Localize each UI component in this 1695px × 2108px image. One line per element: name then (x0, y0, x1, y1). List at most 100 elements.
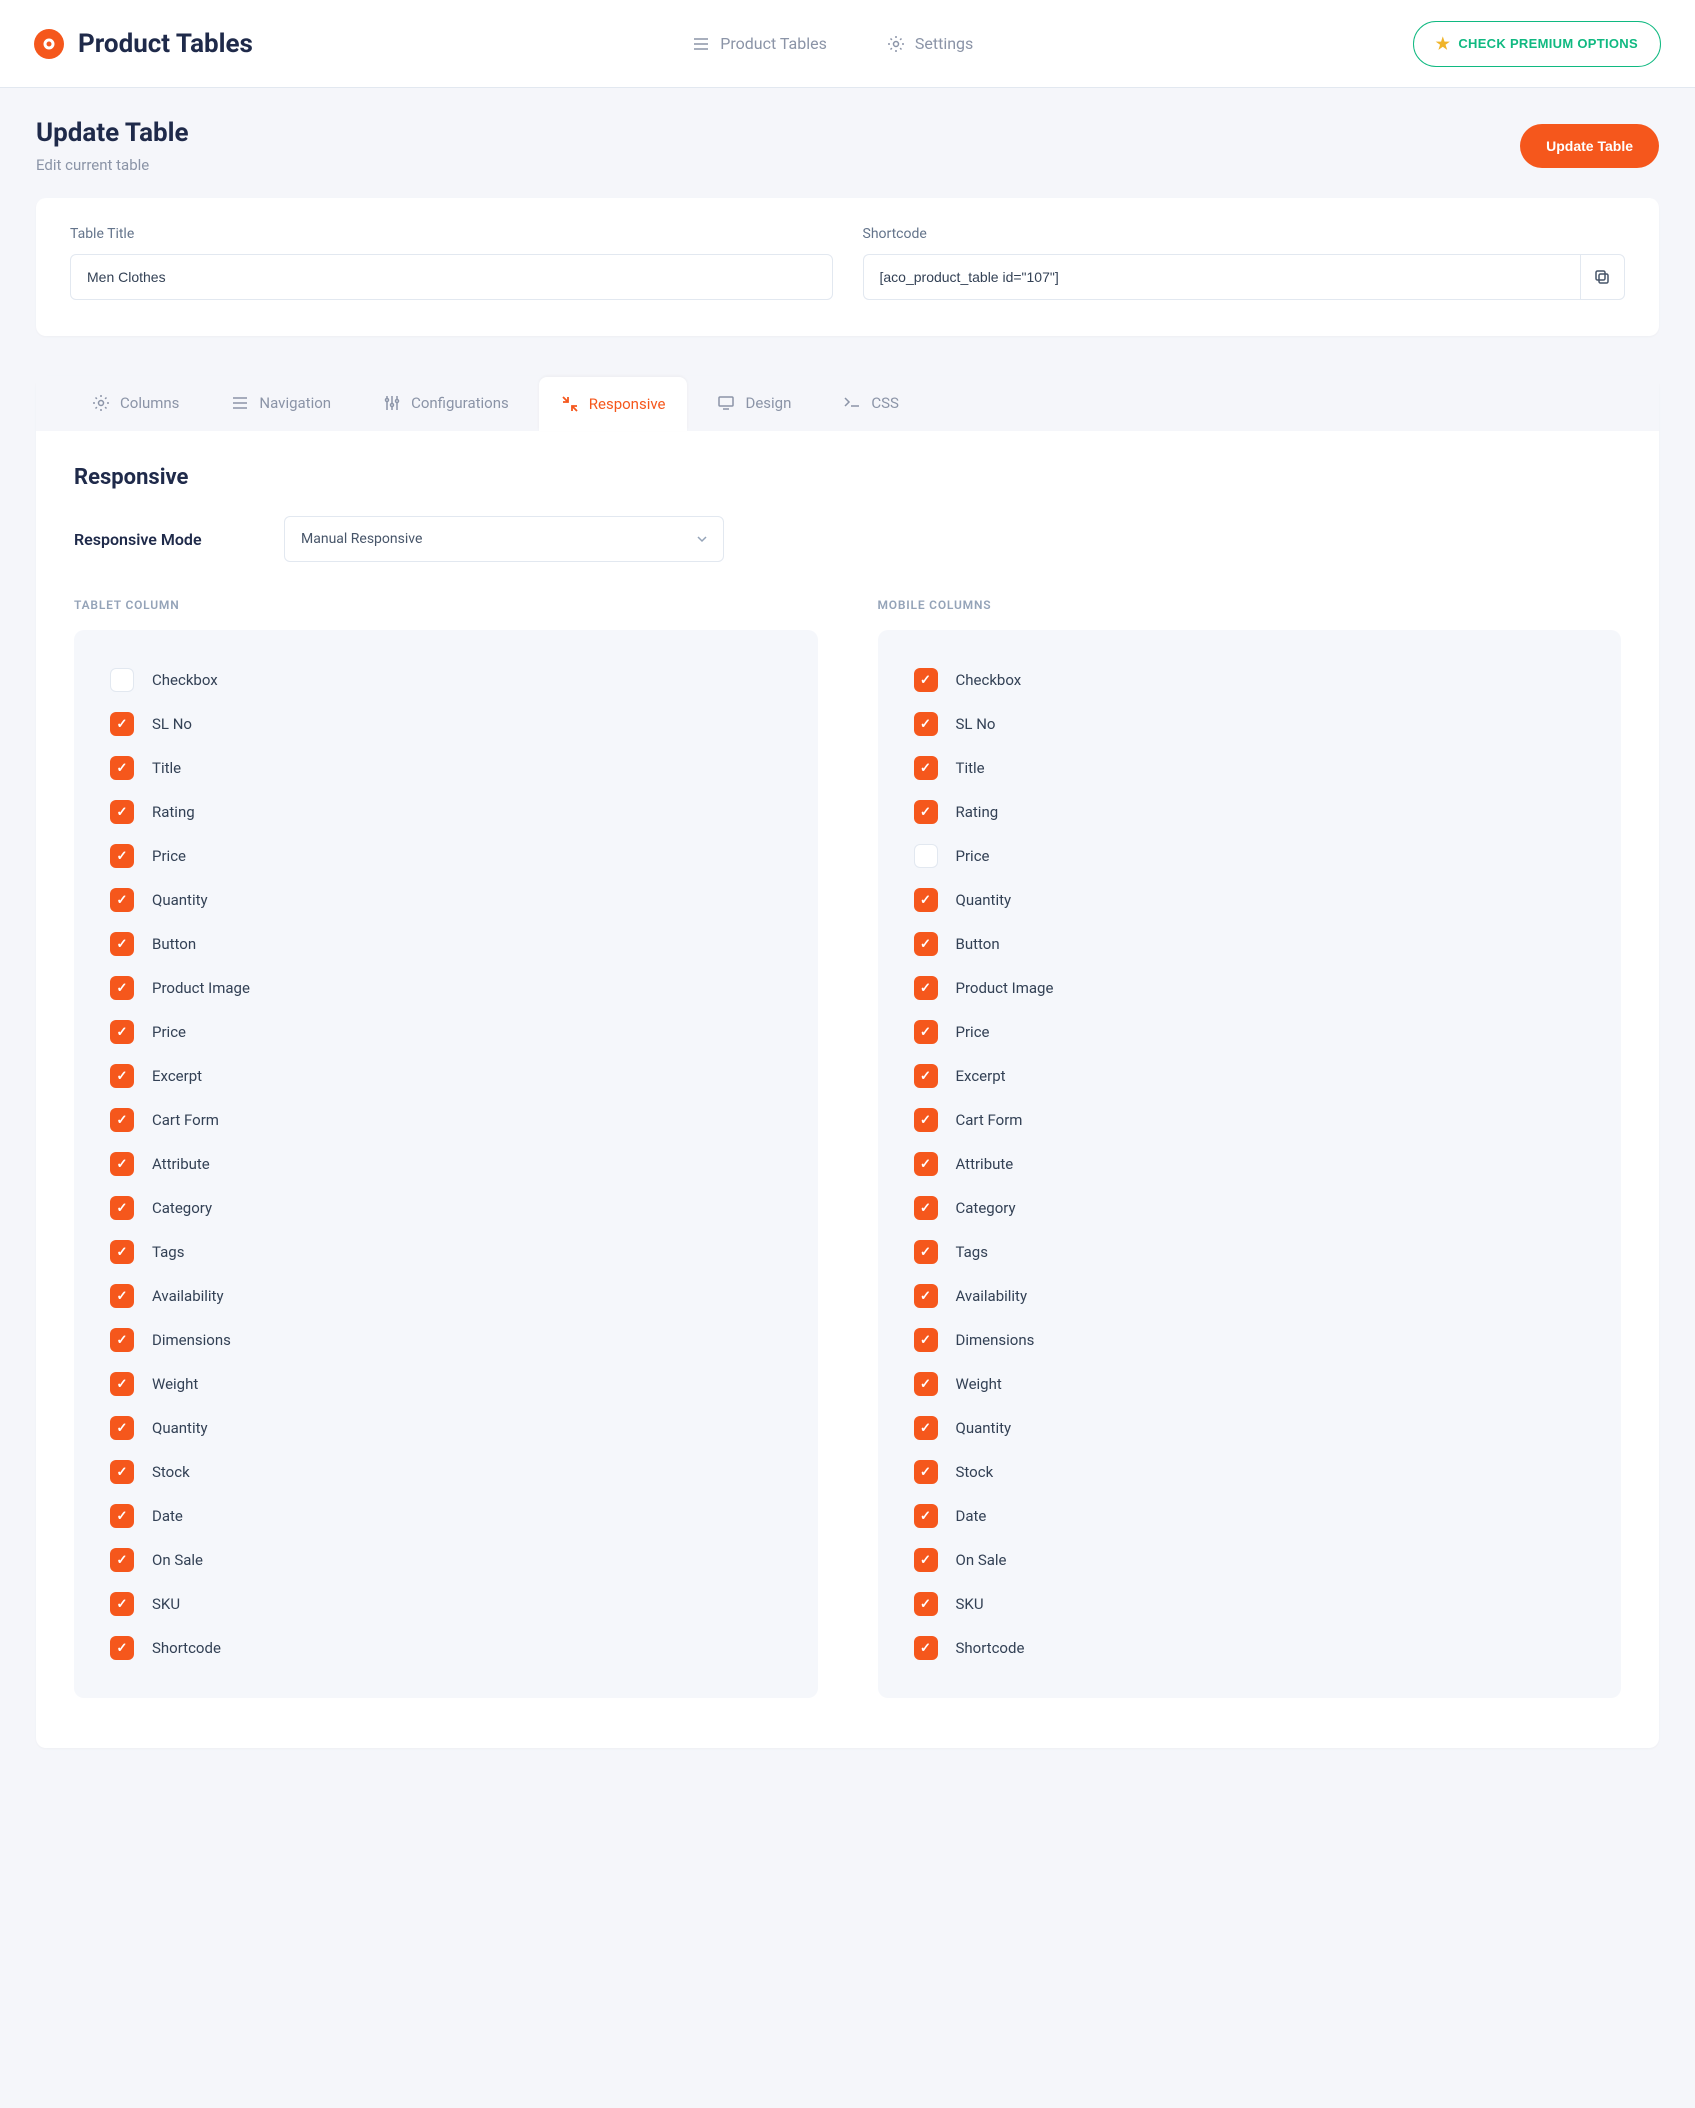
column-label: Price (152, 1023, 186, 1041)
column-checkbox[interactable]: ✓ (110, 1372, 134, 1396)
page-subtitle: Edit current table (36, 156, 189, 174)
check-icon: ✓ (920, 1553, 931, 1568)
gear-icon (887, 35, 905, 53)
column-label: Price (956, 1023, 990, 1041)
column-checkbox[interactable]: ✓ (914, 1636, 938, 1660)
column-label: On Sale (152, 1551, 203, 1569)
column-checkbox[interactable]: ✓ (914, 1196, 938, 1220)
premium-button[interactable]: ★ CHECK PREMIUM OPTIONS (1413, 21, 1661, 67)
copy-button[interactable] (1580, 254, 1625, 300)
column-label: Product Image (152, 979, 250, 997)
column-checkbox[interactable]: ✓ (914, 1548, 938, 1572)
column-checkbox[interactable]: ✓ (914, 712, 938, 736)
column-checkbox[interactable]: ✓ (110, 800, 134, 824)
check-icon: ✓ (920, 717, 931, 732)
column-label: Dimensions (152, 1331, 231, 1349)
tab-configurations[interactable]: Configurations (361, 376, 531, 430)
column-label: SKU (956, 1595, 984, 1613)
column-checkbox[interactable]: ✓ (110, 1064, 134, 1088)
check-icon: ✓ (117, 849, 128, 864)
check-icon: ✓ (117, 1553, 128, 1568)
table-title-input[interactable] (70, 254, 833, 300)
tab-navigation[interactable]: Navigation (209, 376, 353, 430)
check-icon: ✓ (117, 1025, 128, 1040)
check-icon: ✓ (920, 1289, 931, 1304)
column-checkbox[interactable]: ✓ (110, 1416, 134, 1440)
column-label: Category (956, 1199, 1016, 1217)
check-icon: ✓ (920, 1069, 931, 1084)
column-label: Cart Form (152, 1111, 219, 1129)
column-checkbox[interactable]: ✓ (914, 1592, 938, 1616)
check-icon: ✓ (117, 1201, 128, 1216)
column-checkbox[interactable]: ✓ (914, 668, 938, 692)
column-checkbox[interactable]: ✓ (110, 932, 134, 956)
column-checkbox[interactable]: ✓ (110, 888, 134, 912)
tab-content: Responsive Responsive Mode Manual Respon… (36, 431, 1659, 1748)
column-checkbox[interactable]: ✓ (110, 1504, 134, 1528)
column-checkbox[interactable]: ✓ (914, 800, 938, 824)
column-label: Price (152, 847, 186, 865)
column-checkbox[interactable]: ✓ (110, 1240, 134, 1264)
column-label: Tags (152, 1243, 184, 1261)
column-checkbox[interactable]: ✓ (914, 1020, 938, 1044)
column-checkbox[interactable]: ✓ (110, 1020, 134, 1044)
column-label: Weight (956, 1375, 1002, 1393)
column-toggle-row: ✓Checkbox (914, 658, 1586, 702)
column-checkbox[interactable]: ✓ (110, 756, 134, 780)
nav-product-tables[interactable]: Product Tables (692, 34, 827, 53)
tab-responsive[interactable]: Responsive (539, 377, 688, 431)
column-checkbox[interactable]: ✓ (110, 1548, 134, 1572)
column-checkbox[interactable]: ✓ (914, 976, 938, 1000)
check-icon: ✓ (117, 1509, 128, 1524)
shortcode-input[interactable] (863, 254, 1580, 300)
column-checkbox[interactable] (110, 668, 134, 692)
responsive-mode-label: Responsive Mode (74, 530, 244, 549)
column-label: Checkbox (152, 671, 218, 689)
column-toggle-row: ✓Rating (914, 790, 1586, 834)
column-checkbox[interactable]: ✓ (110, 1636, 134, 1660)
update-table-button[interactable]: Update Table (1520, 124, 1659, 168)
minimize-icon (561, 395, 579, 413)
column-checkbox[interactable]: ✓ (914, 1504, 938, 1528)
column-label: SL No (956, 715, 996, 733)
column-checkbox[interactable]: ✓ (110, 844, 134, 868)
topbar: Product Tables Product Tables Settings ★… (0, 0, 1695, 88)
column-checkbox[interactable]: ✓ (110, 1196, 134, 1220)
column-checkbox[interactable]: ✓ (110, 1284, 134, 1308)
column-toggle-row: ✓Rating (110, 790, 782, 834)
tab-css[interactable]: CSS (821, 376, 921, 430)
check-icon: ✓ (920, 673, 931, 688)
column-checkbox[interactable]: ✓ (110, 1592, 134, 1616)
column-toggle-row: Checkbox (110, 658, 782, 702)
column-checkbox[interactable]: ✓ (914, 932, 938, 956)
column-checkbox[interactable]: ✓ (110, 1108, 134, 1132)
column-checkbox[interactable]: ✓ (914, 756, 938, 780)
tablet-panel: Checkbox✓SL No✓Title✓Rating✓Price✓Quanti… (74, 630, 818, 1698)
column-checkbox[interactable]: ✓ (914, 1372, 938, 1396)
tablet-heading: TABLET COLUMN (74, 598, 818, 612)
tab-design[interactable]: Design (695, 376, 813, 430)
tab-label: Design (745, 394, 791, 412)
column-checkbox[interactable]: ✓ (914, 1460, 938, 1484)
column-label: Quantity (152, 891, 208, 909)
column-checkbox[interactable]: ✓ (914, 1152, 938, 1176)
column-toggle-row: ✓Tags (914, 1230, 1586, 1274)
column-checkbox[interactable]: ✓ (914, 1416, 938, 1440)
column-checkbox[interactable]: ✓ (914, 888, 938, 912)
column-checkbox[interactable]: ✓ (914, 1284, 938, 1308)
column-checkbox[interactable]: ✓ (914, 1108, 938, 1132)
column-checkbox[interactable]: ✓ (110, 1460, 134, 1484)
column-checkbox[interactable]: ✓ (914, 1328, 938, 1352)
column-checkbox[interactable]: ✓ (914, 1064, 938, 1088)
column-checkbox[interactable]: ✓ (110, 712, 134, 736)
nav-settings[interactable]: Settings (887, 34, 973, 53)
column-checkbox[interactable]: ✓ (110, 1328, 134, 1352)
shortcode-label: Shortcode (863, 226, 1626, 242)
column-checkbox[interactable] (914, 844, 938, 868)
column-checkbox[interactable]: ✓ (110, 976, 134, 1000)
tab-columns[interactable]: Columns (70, 376, 201, 430)
column-toggle-row: ✓Shortcode (110, 1626, 782, 1670)
column-checkbox[interactable]: ✓ (914, 1240, 938, 1264)
column-checkbox[interactable]: ✓ (110, 1152, 134, 1176)
responsive-mode-select[interactable]: Manual Responsive (284, 516, 724, 562)
